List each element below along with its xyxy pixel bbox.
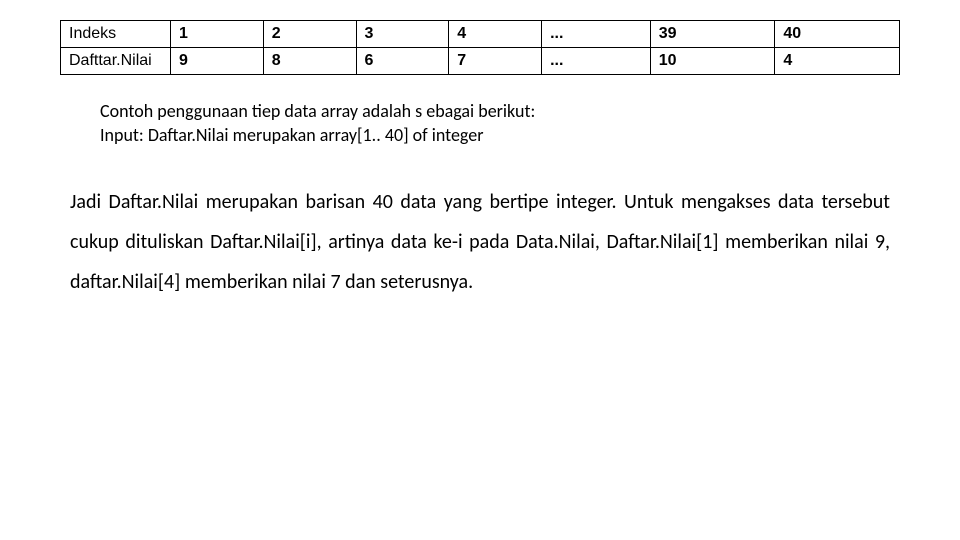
table-cell: 3: [356, 21, 449, 48]
index-table-container: Indeks 1 2 3 4 ... 39 40 Dafttar.Nilai 9…: [0, 0, 960, 75]
table-cell: 1: [171, 21, 264, 48]
table-cell: 8: [263, 48, 356, 75]
table-cell: 4: [449, 21, 542, 48]
note-line: Input: Daftar.Nilai merupakan array[1.. …: [100, 123, 960, 147]
table-cell: 7: [449, 48, 542, 75]
table-cell: 6: [356, 48, 449, 75]
table-cell: 39: [650, 21, 775, 48]
explanation-paragraph: Jadi Daftar.Nilai merupakan barisan 40 d…: [70, 182, 890, 302]
usage-note: Contoh penggunaan tiep data array adalah…: [100, 99, 960, 148]
note-line: Contoh penggunaan tiep data array adalah…: [100, 99, 960, 123]
table-cell: 10: [650, 48, 775, 75]
row-label: Dafttar.Nilai: [61, 48, 171, 75]
table-row: Dafttar.Nilai 9 8 6 7 ... 10 4: [61, 48, 900, 75]
row-label: Indeks: [61, 21, 171, 48]
table-cell: 4: [775, 48, 900, 75]
table-cell: ...: [542, 48, 651, 75]
table-cell: 9: [171, 48, 264, 75]
table-cell: 40: [775, 21, 900, 48]
index-table: Indeks 1 2 3 4 ... 39 40 Dafttar.Nilai 9…: [60, 20, 900, 75]
table-cell: 2: [263, 21, 356, 48]
table-cell: ...: [542, 21, 651, 48]
table-row: Indeks 1 2 3 4 ... 39 40: [61, 21, 900, 48]
